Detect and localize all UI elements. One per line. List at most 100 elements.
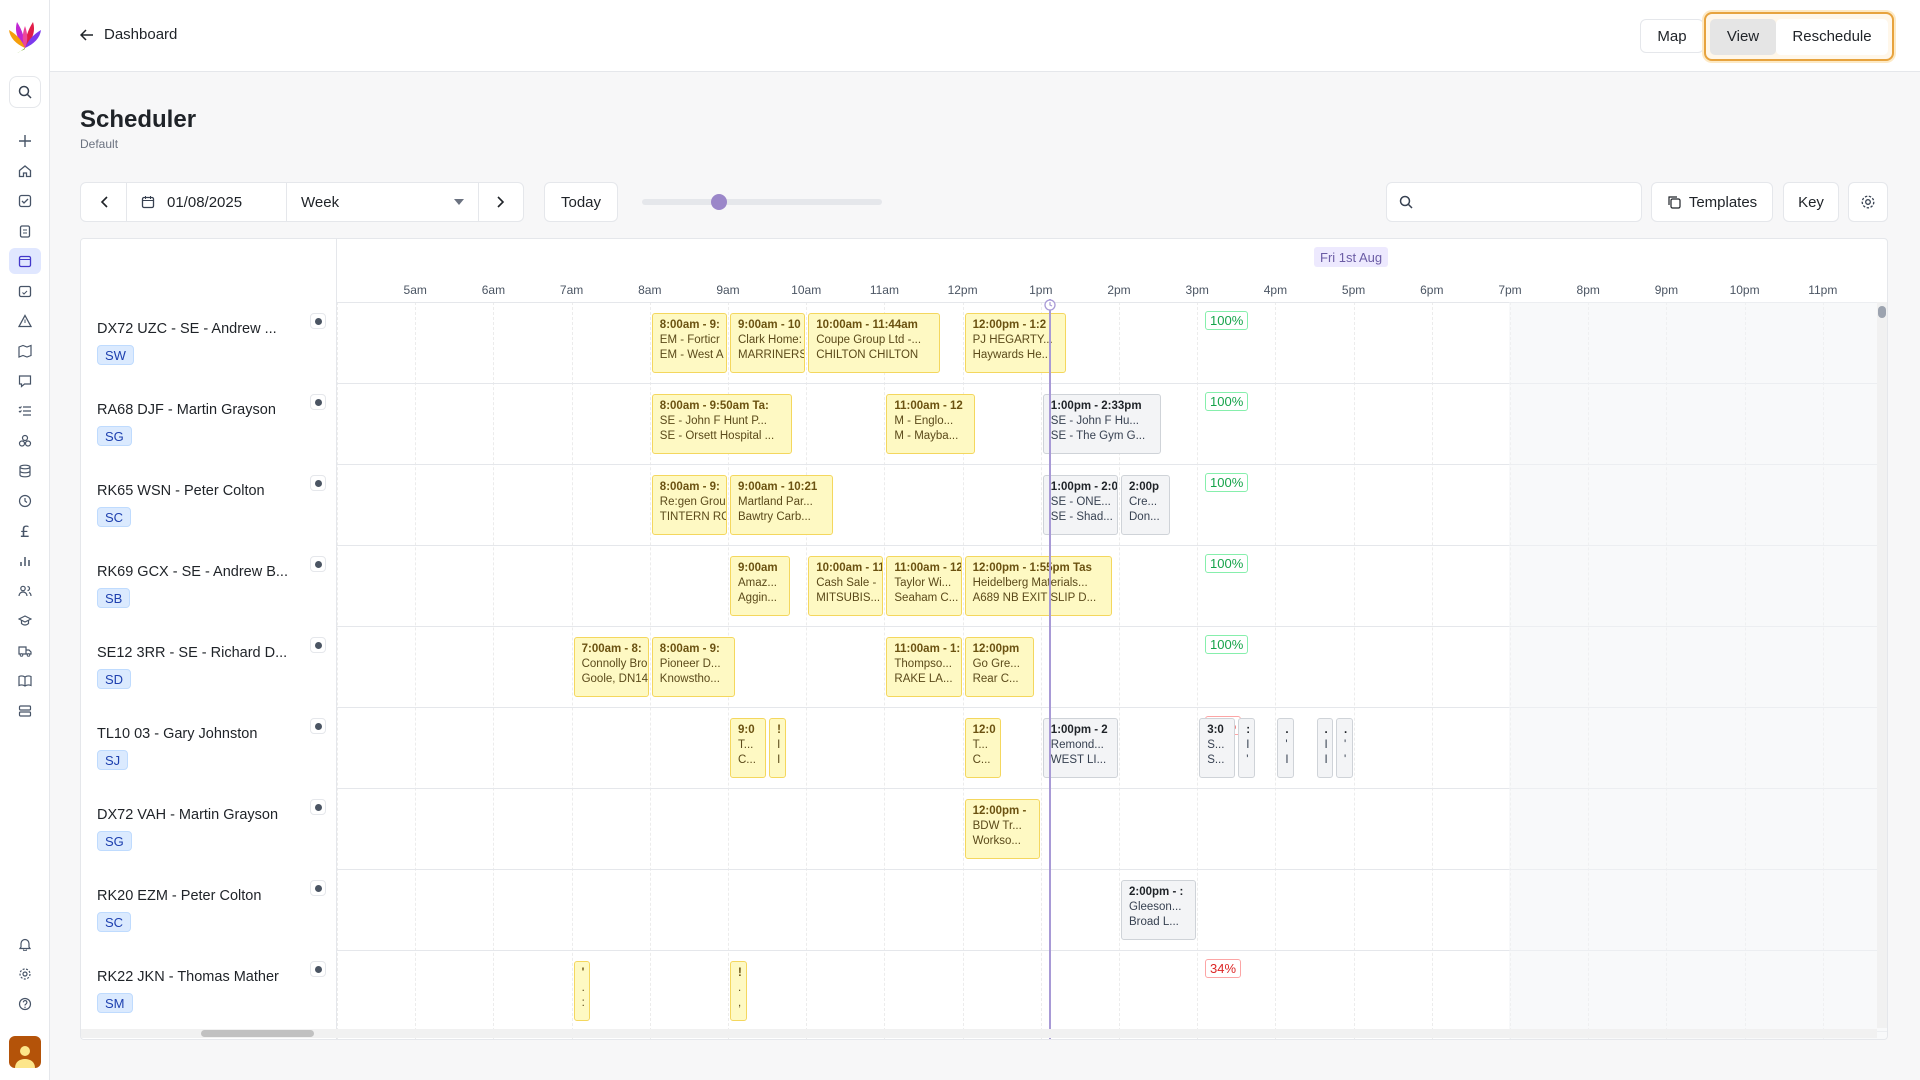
home-icon[interactable]: [13, 159, 37, 183]
key-button[interactable]: Key: [1783, 182, 1839, 222]
job-card[interactable]: 1:00pm - 2:0 SE - ONE... SE - Shad...: [1042, 475, 1118, 535]
bar-chart-icon[interactable]: [13, 549, 37, 573]
app-logo[interactable]: [8, 14, 42, 54]
row-options-button[interactable]: [310, 799, 326, 815]
hour-label: 5am: [403, 283, 427, 297]
resource-name[interactable]: DX72 UZC - SE - Andrew ...: [97, 321, 292, 337]
resource-name[interactable]: TL10 03 - Gary Johnston: [97, 726, 292, 742]
job-card[interactable]: 12:0 T... C...: [964, 718, 1001, 778]
period-select[interactable]: Week: [287, 183, 479, 221]
resource-name[interactable]: RK69 GCX - SE - Andrew B...: [97, 564, 292, 580]
vertical-scrollbar[interactable]: [1877, 302, 1887, 1028]
job-card[interactable]: '.:: [573, 961, 591, 1021]
reschedule-toggle-button[interactable]: Reschedule: [1776, 18, 1888, 55]
job-customer: Amaz...: [738, 577, 777, 589]
scheduler-settings-button[interactable]: [1848, 182, 1888, 222]
job-card[interactable]: 8:00am - 9: Re:gen Grou TINTERN RC: [651, 475, 727, 535]
row-options-button[interactable]: [310, 961, 326, 977]
job-card[interactable]: !.,: [730, 961, 747, 1021]
server-icon[interactable]: [13, 699, 37, 723]
resource-name[interactable]: RA68 DJF - Martin Grayson: [97, 402, 292, 418]
prev-period-button[interactable]: [81, 183, 127, 221]
search-icon: [1399, 195, 1413, 209]
job-card[interactable]: : I ': [1238, 718, 1255, 778]
add-icon[interactable]: [13, 129, 37, 153]
copy-icon: [1667, 195, 1681, 209]
map-icon[interactable]: [13, 339, 37, 363]
job-card[interactable]: 12:00pm - 1:55pm Tas Heidelberg Materials…: [964, 556, 1112, 616]
resource-name[interactable]: RK65 WSN - Peter Colton: [97, 483, 292, 499]
templates-button[interactable]: Templates: [1651, 182, 1773, 222]
help-icon[interactable]: [13, 992, 37, 1016]
job-card[interactable]: 2:00pm - : Gleeson... Broad L...: [1121, 880, 1197, 940]
job-card[interactable]: 3:0 S... S...: [1199, 718, 1236, 778]
horizontal-scroll-thumb[interactable]: [201, 1030, 314, 1037]
zoom-slider[interactable]: [642, 194, 882, 210]
boxes-icon[interactable]: [13, 429, 37, 453]
job-card[interactable]: 12:00pm - BDW Tr... Workso...: [964, 799, 1040, 859]
job-card[interactable]: 11:00am - 12 M - Englo... M - Mayba...: [886, 394, 975, 454]
vertical-scroll-thumb[interactable]: [1878, 306, 1886, 318]
job-card[interactable]: 9:00am - 10:21 Martland Par... Bawtry Carb…: [730, 475, 833, 535]
user-avatar[interactable]: [9, 1036, 41, 1068]
job-time: 11:00am - 12: [894, 400, 963, 412]
job-card[interactable]: 9:00am - 10 Clark Home: MARRINERS: [730, 313, 806, 373]
job-card[interactable]: 8:00am - 9: Pioneer D... Knowstho...: [651, 637, 735, 697]
job-card[interactable]: 11:00am - 12 Taylor Wi... Seaham C...: [886, 556, 962, 616]
clipboard-icon[interactable]: [13, 219, 37, 243]
date-picker[interactable]: 01/08/2025: [127, 183, 287, 221]
job-card[interactable]: 12:00pm Go Gre... Rear C...: [964, 637, 1034, 697]
job-card[interactable]: 9:00am Amaz... Aggin...: [730, 556, 790, 616]
next-period-button[interactable]: [479, 183, 523, 221]
bell-icon[interactable]: [13, 932, 37, 956]
resource-name[interactable]: RK20 EZM - Peter Colton: [97, 888, 292, 904]
resource-name[interactable]: RK22 JKN - Thomas Mather: [97, 969, 292, 985]
job-card[interactable]: 11:00am - 1: Thompso... RAKE LA...: [886, 637, 962, 697]
row-options-button[interactable]: [310, 637, 326, 653]
database-icon[interactable]: [13, 459, 37, 483]
job-card[interactable]: . ' ': [1336, 718, 1353, 778]
pound-icon[interactable]: £: [13, 519, 37, 543]
row-options-button[interactable]: [310, 880, 326, 896]
map-button[interactable]: Map: [1640, 19, 1704, 53]
row-options-button[interactable]: [310, 313, 326, 329]
search-input[interactable]: [1386, 182, 1642, 222]
job-card[interactable]: 7:00am - 8: Connolly Bro Goole, DN14: [573, 637, 649, 697]
job-card[interactable]: 10:00am - 11 Cash Sale - MITSUBIS...: [808, 556, 884, 616]
job-card[interactable]: 9:0 T... C...: [730, 718, 767, 778]
row-options-button[interactable]: [310, 718, 326, 734]
back-to-dashboard-link[interactable]: Dashboard: [80, 26, 177, 43]
clock-icon[interactable]: [13, 489, 37, 513]
job-card[interactable]: 8:00am - 9:50am Ta: SE - John F Hunt P...…: [651, 394, 792, 454]
row-options-button[interactable]: [310, 475, 326, 491]
job-card[interactable]: . ' I: [1277, 718, 1294, 778]
today-button[interactable]: Today: [544, 182, 618, 222]
resource-name[interactable]: DX72 VAH - Martin Grayson: [97, 807, 292, 823]
chat-icon[interactable]: [13, 369, 37, 393]
warning-icon[interactable]: [13, 309, 37, 333]
truck-icon[interactable]: [13, 639, 37, 663]
horizontal-scrollbar[interactable]: [81, 1029, 1877, 1038]
task-check-icon[interactable]: [13, 189, 37, 213]
zoom-slider-thumb[interactable]: [711, 194, 727, 210]
job-card[interactable]: 8:00am - 9: EM - Forticr EM - West A: [651, 313, 727, 373]
job-customer: .: [738, 982, 742, 994]
job-card[interactable]: 1:00pm - 2 Remond... WEST LI...: [1042, 718, 1118, 778]
book-icon[interactable]: [13, 669, 37, 693]
calendar-check-icon[interactable]: [13, 279, 37, 303]
calendar-icon[interactable]: [9, 248, 41, 274]
resource-name[interactable]: SE12 3RR - SE - Richard D...: [97, 645, 292, 661]
users-icon[interactable]: [13, 579, 37, 603]
row-options-button[interactable]: [310, 394, 326, 410]
graduation-cap-icon[interactable]: [13, 609, 37, 633]
job-card[interactable]: ! I I: [769, 718, 786, 778]
list-check-icon[interactable]: [13, 399, 37, 423]
settings-icon[interactable]: [13, 962, 37, 986]
view-toggle-button[interactable]: View: [1710, 18, 1776, 55]
job-card[interactable]: 2:00p Cre... Don...: [1121, 475, 1171, 535]
row-options-button[interactable]: [310, 556, 326, 572]
job-card[interactable]: 1:00pm - 2:33pm SE - John F Hu... SE - The…: [1042, 394, 1161, 454]
job-card[interactable]: 10:00am - 11:44am Coupe Group Ltd -... CHI…: [808, 313, 941, 373]
job-card[interactable]: . II: [1316, 718, 1334, 778]
global-search-icon[interactable]: [9, 76, 41, 108]
